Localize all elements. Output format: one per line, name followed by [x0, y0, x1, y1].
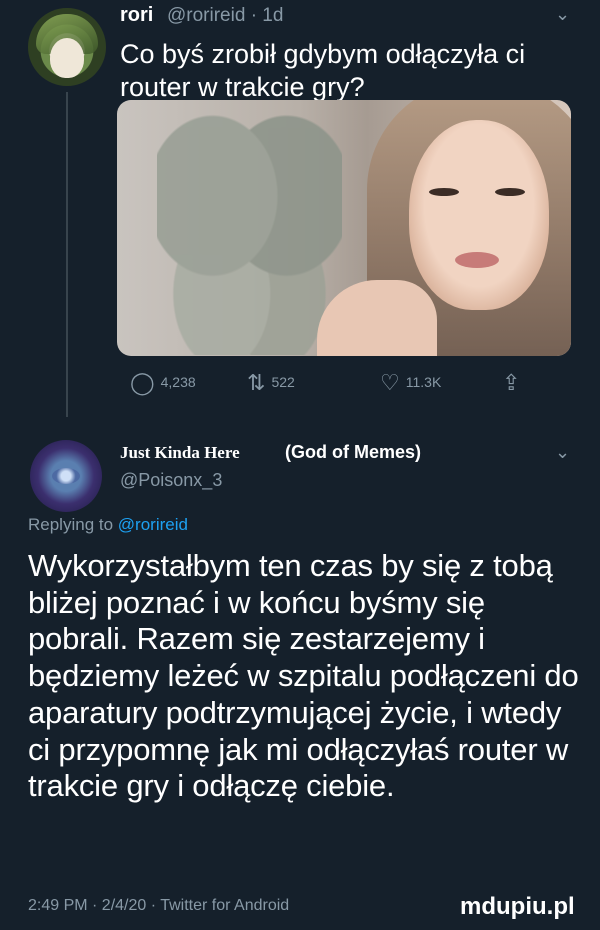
tweet-metadata: 2:49 PM · 2/4/20 · Twitter for Android	[28, 897, 290, 914]
heart-icon: ♡	[380, 370, 400, 395]
author-name[interactable]: rori	[120, 4, 153, 27]
photo-wings	[157, 110, 342, 355]
reply-count: 4,238	[160, 374, 196, 390]
avatar-eye	[52, 468, 80, 484]
avatar[interactable]	[28, 8, 106, 86]
replying-mention-link[interactable]: @rorireid	[118, 515, 188, 534]
thread-line	[66, 92, 68, 417]
chevron-down-icon[interactable]: ⌄	[555, 442, 570, 463]
photo-face	[409, 120, 549, 310]
retweet-icon: ⇅	[247, 370, 266, 395]
reply-action[interactable]: ◯ 4,238	[130, 370, 196, 396]
share-icon: ⇪	[502, 370, 521, 395]
replying-prefix: Replying to	[28, 515, 114, 534]
retweet-count: 522	[271, 374, 295, 390]
chevron-down-icon[interactable]: ⌄	[555, 4, 570, 25]
share-action[interactable]: ⇪	[502, 370, 526, 396]
photo-lips	[455, 252, 499, 268]
reply-icon: ◯	[130, 370, 155, 395]
photo-eye	[429, 188, 459, 196]
avatar[interactable]	[30, 440, 102, 512]
replying-to: Replying to @rorireid	[28, 515, 188, 535]
author-handle[interactable]: @Poisonx_3	[120, 470, 222, 491]
tweet-text: Wykorzystałbym ten czas by się z tobą bl…	[28, 548, 579, 804]
like-action[interactable]: ♡ 11.3K	[380, 370, 441, 396]
author-name[interactable]: Just Kinda Here	[120, 443, 240, 463]
retweet-action[interactable]: ⇅ 522	[247, 370, 295, 396]
photo-eye	[495, 188, 525, 196]
author-handle[interactable]: @rorireid · 1d	[167, 5, 283, 27]
like-count: 11.3K	[405, 374, 442, 390]
author-name-suffix[interactable]: (God of Memes)	[285, 442, 421, 463]
avatar-face	[50, 38, 84, 78]
tweet-text: Co byś zrobił gdybym odłączyła ci router…	[120, 39, 526, 102]
tweet-photo[interactable]	[117, 100, 571, 356]
watermark-logo: mdupiu.pl	[460, 893, 575, 920]
